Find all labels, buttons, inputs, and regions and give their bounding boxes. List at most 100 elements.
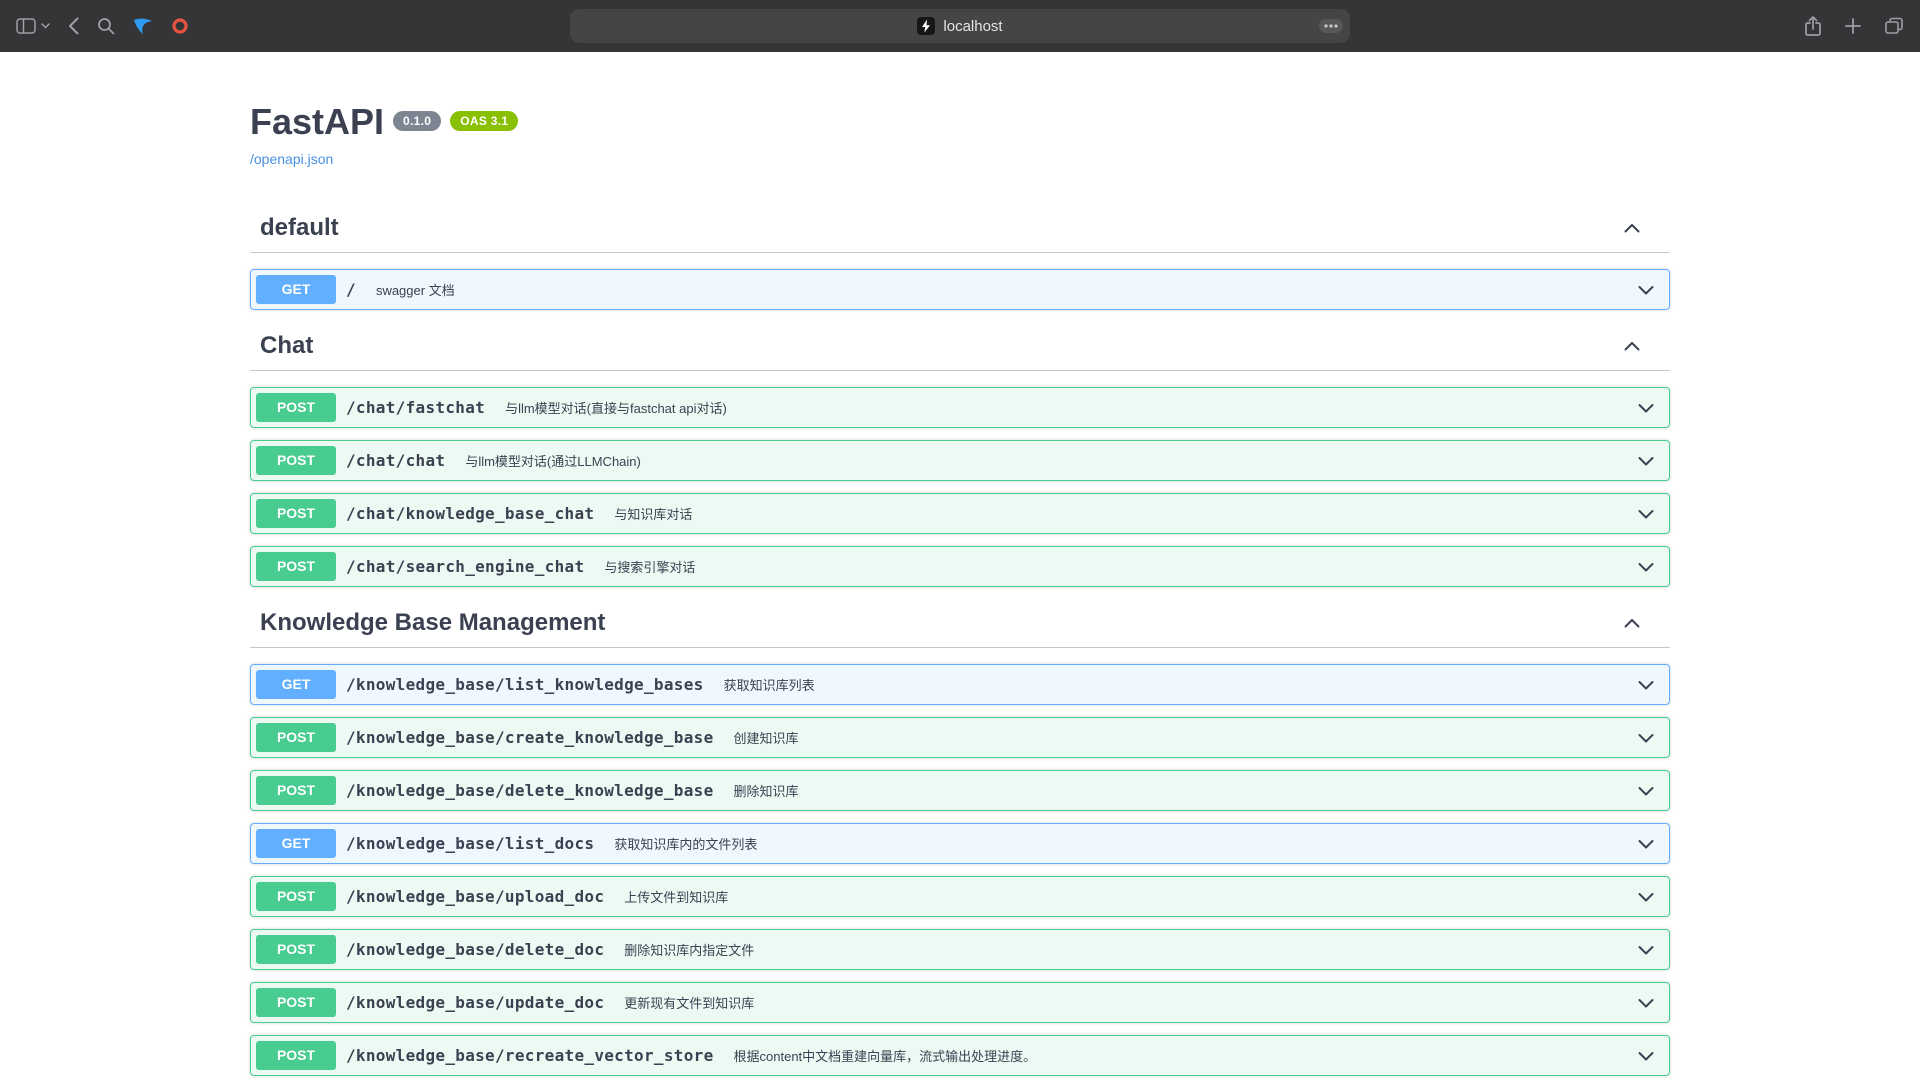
operation-description: 与知识库对话 — [604, 504, 1636, 523]
method-badge: POST — [256, 1041, 336, 1070]
version-badge: 0.1.0 — [393, 111, 441, 131]
expand-icon[interactable] — [1636, 781, 1656, 801]
expand-icon[interactable] — [1636, 993, 1656, 1013]
plus-icon — [1844, 17, 1862, 35]
method-badge: POST — [256, 723, 336, 752]
operation-row[interactable]: POST /knowledge_base/create_knowledge_ba… — [250, 717, 1670, 758]
operation-row[interactable]: POST /chat/knowledge_base_chat 与知识库对话 — [250, 493, 1670, 534]
expand-icon[interactable] — [1636, 675, 1656, 695]
address-bar[interactable]: localhost — [570, 9, 1350, 43]
operation-row[interactable]: POST /knowledge_base/update_doc 更新现有文件到知… — [250, 982, 1670, 1023]
method-badge: POST — [256, 446, 336, 475]
operations-list: POST /chat/fastchat 与llm模型对话(直接与fastchat… — [250, 387, 1670, 587]
operation-row[interactable]: POST /chat/chat 与llm模型对话(通过LLMChain) — [250, 440, 1670, 481]
expand-icon[interactable] — [1636, 1046, 1656, 1066]
blue-bird-extension-icon — [133, 17, 153, 35]
operation-path: /knowledge_base/list_docs — [336, 834, 604, 853]
operation-path: /chat/fastchat — [336, 398, 495, 417]
api-title-text: FastAPI — [250, 101, 384, 142]
operation-description: 获取知识库列表 — [714, 675, 1636, 694]
expand-icon[interactable] — [1636, 280, 1656, 300]
method-badge: POST — [256, 552, 336, 581]
operation-row[interactable]: POST /knowledge_base/delete_doc 删除知识库内指定… — [250, 929, 1670, 970]
sidebar-toggle-button[interactable] — [16, 18, 50, 34]
operation-path: /chat/knowledge_base_chat — [336, 504, 604, 523]
operations-list: GET /knowledge_base/list_knowledge_bases… — [250, 664, 1670, 1076]
expand-icon[interactable] — [1636, 557, 1656, 577]
expand-icon[interactable] — [1636, 451, 1656, 471]
method-badge: POST — [256, 935, 336, 964]
tag-header[interactable]: Knowledge Base Management — [250, 599, 1670, 648]
method-badge: POST — [256, 393, 336, 422]
collapse-icon[interactable] — [1622, 613, 1642, 633]
ellipsis-menu-icon — [1319, 19, 1343, 33]
operation-description: 与llm模型对话(直接与fastchat api对话) — [495, 398, 1636, 417]
operation-description: 根据content中文档重建向量库，流式输出处理进度。 — [724, 1046, 1636, 1065]
operation-path: /knowledge_base/create_knowledge_base — [336, 728, 724, 747]
operation-description: 创建知识库 — [724, 728, 1636, 747]
expand-icon[interactable] — [1636, 887, 1656, 907]
orange-extension-button[interactable] — [171, 17, 189, 35]
openapi-spec-link[interactable]: /openapi.json — [250, 151, 333, 167]
method-badge: GET — [256, 670, 336, 699]
share-icon — [1804, 15, 1822, 37]
tag-header[interactable]: default — [250, 204, 1670, 253]
expand-icon[interactable] — [1636, 728, 1656, 748]
back-button[interactable] — [68, 17, 79, 35]
method-badge: POST — [256, 882, 336, 911]
back-icon — [68, 17, 79, 35]
operation-row[interactable]: POST /knowledge_base/upload_doc 上传文件到知识库 — [250, 876, 1670, 917]
expand-icon[interactable] — [1636, 504, 1656, 524]
api-info: FastAPI 0.1.0 OAS 3.1 /openapi.json — [250, 102, 1670, 169]
tab-overview-button[interactable] — [1884, 17, 1904, 35]
operation-path: / — [336, 280, 366, 299]
expand-icon[interactable] — [1636, 940, 1656, 960]
operation-path: /knowledge_base/delete_knowledge_base — [336, 781, 724, 800]
expand-icon[interactable] — [1636, 834, 1656, 854]
operation-path: /chat/search_engine_chat — [336, 557, 594, 576]
operation-row[interactable]: POST /knowledge_base/recreate_vector_sto… — [250, 1035, 1670, 1076]
operation-path: /chat/chat — [336, 451, 455, 470]
operation-row[interactable]: POST /chat/fastchat 与llm模型对话(直接与fastchat… — [250, 387, 1670, 428]
method-badge: GET — [256, 275, 336, 304]
operation-description: 与搜索引擎对话 — [594, 557, 1636, 576]
operation-row[interactable]: GET /knowledge_base/list_knowledge_bases… — [250, 664, 1670, 705]
share-button[interactable] — [1804, 15, 1822, 37]
operation-row[interactable]: POST /knowledge_base/delete_knowledge_ba… — [250, 770, 1670, 811]
operation-path: /knowledge_base/update_doc — [336, 993, 614, 1012]
method-badge: POST — [256, 499, 336, 528]
new-tab-button[interactable] — [1844, 17, 1862, 35]
operation-description: 删除知识库内指定文件 — [614, 940, 1636, 959]
sidebar-icon — [16, 18, 36, 34]
method-badge: POST — [256, 988, 336, 1017]
operation-path: /knowledge_base/recreate_vector_store — [336, 1046, 724, 1065]
tag-name: Chat — [260, 332, 1622, 360]
page-title: FastAPI 0.1.0 OAS 3.1 — [250, 102, 1670, 142]
operation-path: /knowledge_base/upload_doc — [336, 887, 614, 906]
collapse-icon[interactable] — [1622, 218, 1642, 238]
operation-description: 更新现有文件到知识库 — [614, 993, 1636, 1012]
site-favicon-icon — [917, 17, 935, 35]
operation-row[interactable]: GET / swagger 文档 — [250, 269, 1670, 310]
operation-row[interactable]: POST /chat/search_engine_chat 与搜索引擎对话 — [250, 546, 1670, 587]
oas-badge: OAS 3.1 — [450, 111, 518, 131]
blue-extension-button[interactable] — [133, 17, 153, 35]
search-button[interactable] — [97, 17, 115, 35]
expand-icon[interactable] — [1636, 398, 1656, 418]
swagger-ui-page: FastAPI 0.1.0 OAS 3.1 /openapi.json defaul… — [0, 52, 1920, 1080]
tab-overview-icon — [1884, 17, 1904, 35]
api-tag-section: default GET / swagger 文档 — [250, 204, 1670, 310]
api-tag-section: Knowledge Base Management GET /knowledge… — [250, 599, 1670, 1076]
operation-description: 上传文件到知识库 — [614, 887, 1636, 906]
collapse-icon[interactable] — [1622, 336, 1642, 356]
operation-path: /knowledge_base/delete_doc — [336, 940, 614, 959]
operation-path: /knowledge_base/list_knowledge_bases — [336, 675, 714, 694]
api-tag-section: Chat POST /chat/fastchat 与llm模型对话(直接与fas… — [250, 322, 1670, 587]
page-menu-button[interactable] — [1319, 19, 1343, 33]
tag-header[interactable]: Chat — [250, 322, 1670, 371]
operation-row[interactable]: GET /knowledge_base/list_docs 获取知识库内的文件列… — [250, 823, 1670, 864]
method-badge: GET — [256, 829, 336, 858]
url-text: localhost — [943, 18, 1002, 35]
tag-name: default — [260, 214, 1622, 242]
operations-list: GET / swagger 文档 — [250, 269, 1670, 310]
